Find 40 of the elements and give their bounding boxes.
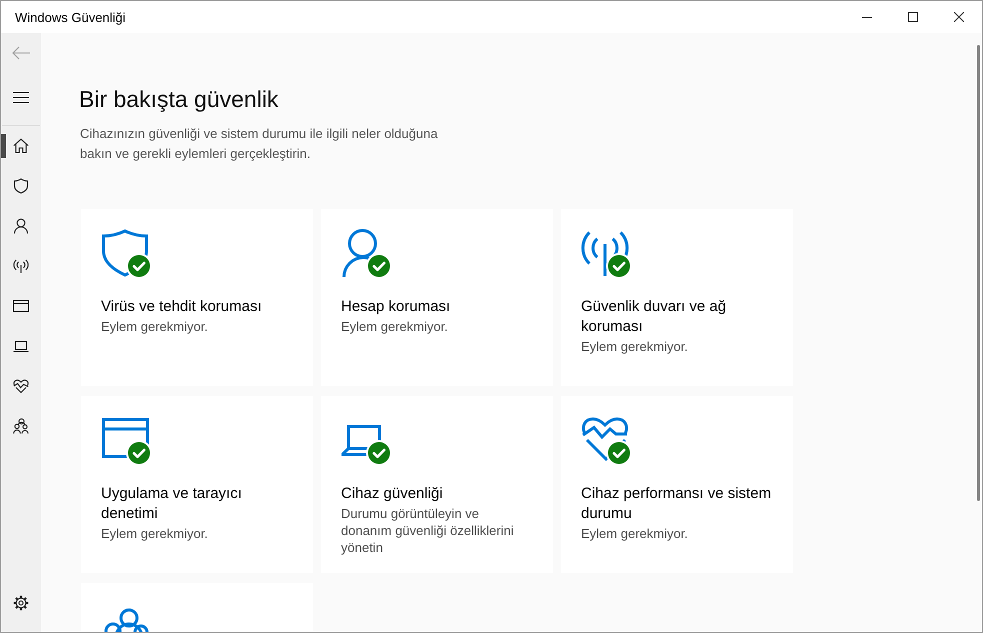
- window-title: Windows Güvenliği: [14, 10, 127, 24]
- close-icon: [954, 12, 964, 22]
- status-card[interactable]: Uygulama ve tarayıcı denetimi Eylem gerekmiyor.: [81, 396, 313, 573]
- card-title: Cihaz performansı ve sistem durumu: [581, 484, 772, 524]
- heart-pulse-icon: [581, 416, 629, 464]
- page-heading: Bir bakışta güvenlik: [79, 85, 278, 114]
- status-card[interactable]: Güvenlik duvarı ve ağ koruması Eylem gerekmiyor.: [561, 209, 793, 386]
- card-status-text: Eylem gerekmiyor.: [581, 525, 689, 542]
- browser-window-icon: [13, 298, 29, 314]
- card-status-text: Eylem gerekmiyor.: [101, 525, 209, 542]
- maximize-icon: [908, 12, 918, 22]
- card-title: Güvenlik duvarı ve ağ koruması: [581, 297, 728, 337]
- shield-icon: [13, 178, 29, 194]
- heart-pulse-icon: [13, 378, 29, 394]
- status-card[interactable]: Cihaz güvenliği Durumu görüntüleyin ve donanım güvenliği özelliklerini yönetin: [321, 396, 553, 573]
- status-card[interactable]: Virüs ve tehdit koruması Eylem gerekmiyor.: [81, 209, 313, 386]
- status-card[interactable]: Hesap koruması Eylem gerekmiyor.: [321, 209, 553, 386]
- people-icon: [13, 418, 29, 434]
- card-title: Cihaz güvenliği: [341, 484, 444, 504]
- card-title: Hesap koruması: [341, 297, 452, 317]
- menu-icon: [13, 92, 29, 102]
- status-card[interactable]: Cihaz performansı ve sistem durumu Eylem gerekmiyor.: [561, 396, 793, 573]
- card-status-text: Durumu görüntüleyin ve donanım güvenliği özelliklerini yönetin: [341, 505, 515, 556]
- person-icon: [13, 218, 29, 234]
- minimize-icon: [862, 16, 872, 18]
- page-description: Cihazınızın güvenliği ve sistem durumu ile ilgili neler olduğuna bakın ve gerekli eylemleri gerçekleştirin.: [80, 125, 439, 163]
- status-card[interactable]: [81, 583, 313, 632]
- settings-icon: [13, 595, 29, 611]
- home-icon: [13, 138, 29, 154]
- card-title: Virüs ve tehdit koruması: [101, 297, 263, 317]
- scrollbar[interactable]: [977, 45, 980, 501]
- antenna-icon: [13, 258, 29, 274]
- card-status-text: Eylem gerekmiyor.: [101, 318, 209, 335]
- back-arrow-icon: [12, 46, 30, 60]
- laptop-icon: [13, 338, 29, 354]
- card-title: Uygulama ve tarayıcı denetimi: [101, 484, 243, 524]
- card-status-text: Eylem gerekmiyor.: [581, 338, 689, 355]
- antenna-icon: [581, 229, 629, 277]
- shield-icon: [101, 229, 149, 277]
- card-status-text: Eylem gerekmiyor.: [341, 318, 449, 335]
